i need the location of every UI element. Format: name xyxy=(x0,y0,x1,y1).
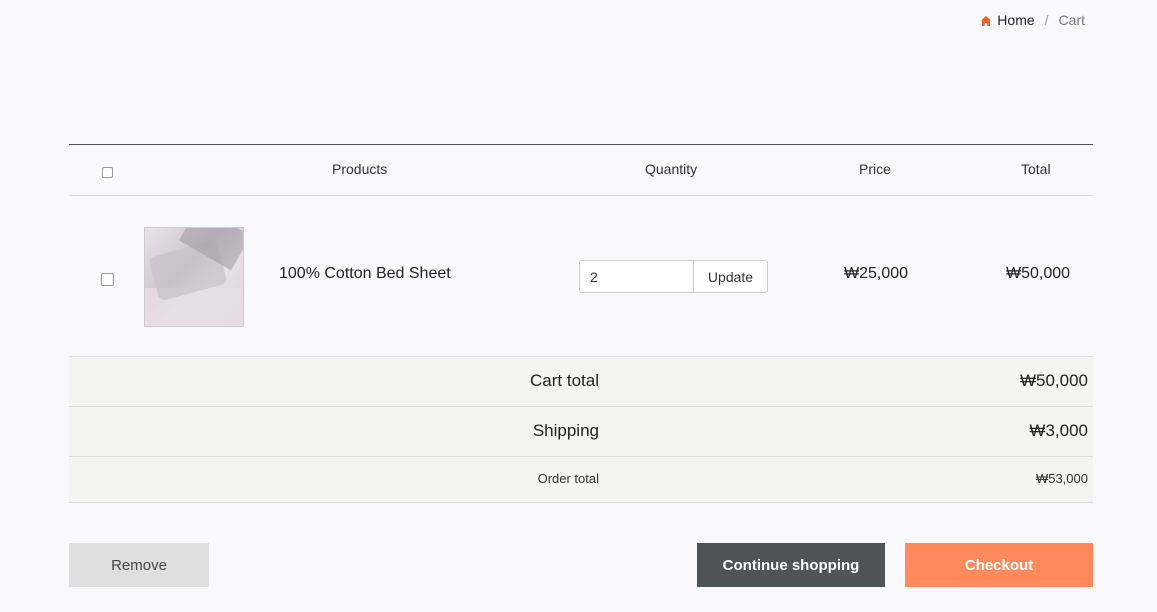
table-row: 100% Cotton Bed Sheet Update ₩25,000 ₩50… xyxy=(69,196,1093,357)
table-header: Products Quantity Price Total xyxy=(69,144,1093,196)
product-name[interactable]: 100% Cotton Bed Sheet xyxy=(279,265,451,283)
checkout-button[interactable]: Checkout xyxy=(905,543,1093,587)
order-total-row: Order total ₩53,000 xyxy=(69,457,1093,503)
header-quantity: Quantity xyxy=(645,161,698,177)
product-price: ₩25,000 xyxy=(844,265,909,282)
item-checkbox[interactable] xyxy=(101,273,114,286)
shipping-row: Shipping ₩3,000 xyxy=(69,407,1093,457)
breadcrumb-current: Cart xyxy=(1058,12,1085,28)
header-total: Total xyxy=(1021,161,1051,177)
quantity-input[interactable] xyxy=(579,260,694,293)
product-total: ₩50,000 xyxy=(1006,265,1071,282)
header-products: Products xyxy=(332,161,388,177)
update-button[interactable]: Update xyxy=(693,260,768,293)
breadcrumb-separator: / xyxy=(1044,12,1049,28)
cart-total-value: ₩50,000 xyxy=(1019,371,1088,390)
select-all-checkbox[interactable] xyxy=(102,167,113,178)
cart-total-label: Cart total xyxy=(530,371,599,390)
order-total-label: Order total xyxy=(537,471,599,486)
header-price: Price xyxy=(859,161,891,177)
product-image[interactable] xyxy=(144,227,244,327)
continue-shopping-button[interactable]: Continue shopping xyxy=(697,543,885,587)
cart-total-row: Cart total ₩50,000 xyxy=(69,357,1093,407)
shipping-label: Shipping xyxy=(532,421,599,440)
breadcrumb-home-link[interactable]: Home xyxy=(997,12,1034,28)
remove-button[interactable]: Remove xyxy=(69,543,209,587)
home-icon[interactable] xyxy=(980,15,992,27)
breadcrumb: Home / Cart xyxy=(980,12,1085,28)
cart-table: Products Quantity Price Total 100% Cotto… xyxy=(69,144,1093,503)
order-total-value: ₩53,000 xyxy=(1035,471,1088,486)
shipping-value: ₩3,000 xyxy=(1029,421,1088,440)
